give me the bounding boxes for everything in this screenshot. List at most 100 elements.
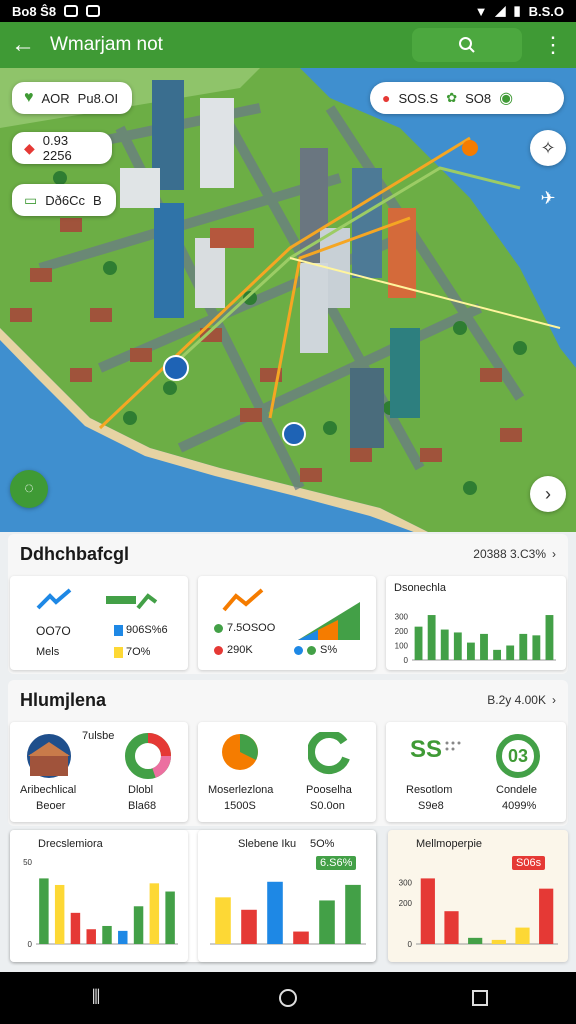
- chip-text: 0.93 2256: [42, 133, 72, 163]
- section-meta-text: 20388 3.C3%: [473, 547, 546, 561]
- y-tick-label: 300: [395, 613, 409, 622]
- navigate-button[interactable]: ✈: [530, 180, 566, 216]
- highlight-card-1[interactable]: 7ulsbe Aribechlical Beoer Dlobl Bla68: [10, 722, 188, 822]
- chart-title: Mellmoperpie: [416, 838, 483, 850]
- y-tick-label: 300: [399, 879, 413, 888]
- home-icon: [279, 989, 297, 1007]
- map-chip-4[interactable]: ● SOS.S ✿ SO8 ◉: [370, 82, 564, 114]
- search-icon: [459, 37, 475, 53]
- battery-icon: ▮: [513, 3, 521, 18]
- y-tick-label: 100: [395, 642, 409, 651]
- chart-badge: 5O%: [310, 838, 335, 850]
- card-value: 1500S: [224, 800, 256, 812]
- stat-card-1[interactable]: OO7O Mels 906S%6 7O%: [10, 576, 188, 670]
- trend-icon: [106, 593, 158, 610]
- wifi-icon: ▼: [474, 3, 488, 19]
- recent-apps-icon: ⦀: [91, 986, 101, 1009]
- y-tick-label: 200: [395, 627, 409, 636]
- bar: [149, 883, 160, 944]
- chip-text: Dð6Cc: [45, 192, 85, 208]
- map-chip-2[interactable]: ◆ 0.93 2256: [12, 132, 112, 164]
- bar-chart-card[interactable]: Dsonechla 0 100 200 300: [386, 576, 566, 670]
- trend-icon: [36, 588, 72, 610]
- chip-text: SOS.S: [398, 90, 439, 106]
- donut-chart: [125, 733, 172, 779]
- y-tick-label: 0: [404, 656, 409, 665]
- bar: [39, 878, 49, 944]
- bar: [493, 649, 502, 660]
- home-button[interactable]: [258, 978, 318, 1018]
- more-vert-icon[interactable]: ⋮: [538, 34, 568, 56]
- legend-item: 290K: [214, 644, 253, 656]
- compass-icon: ✧: [540, 137, 556, 158]
- pin-icon: ◆: [24, 139, 35, 156]
- bar: [133, 906, 144, 944]
- legend-item: 7.5OSOO: [214, 622, 275, 634]
- bar: [440, 629, 449, 660]
- bar-chart: [210, 881, 366, 945]
- highlight-card-2[interactable]: Moserlezlona 1500S Pooselha S0.0on: [198, 722, 376, 822]
- card-label: Resotlom: [406, 784, 453, 796]
- dashboard: Ddhchbafcgl 20388 3.C3% › OO7O Mels 906S…: [0, 532, 576, 972]
- bar: [319, 900, 335, 944]
- navigate-icon: ✈: [540, 187, 556, 208]
- building-image: [27, 734, 71, 778]
- section-meta[interactable]: B.2y 4.00K ›: [487, 693, 556, 707]
- back-arrow-icon[interactable]: ←: [0, 22, 46, 68]
- bar-chart-card[interactable]: Mellmoperpie S06s 0 200 300: [388, 830, 568, 962]
- y-tick-label: 50: [23, 858, 32, 867]
- section-meta[interactable]: 20388 3.C3% ›: [473, 547, 556, 561]
- card-value: S9e8: [418, 800, 444, 812]
- recent-apps-button[interactable]: ⦀: [66, 978, 126, 1018]
- status-left-text: Bo8 Ŝ8: [12, 3, 57, 19]
- bar: [118, 930, 128, 944]
- chevron-right-icon: ›: [552, 547, 556, 561]
- card-icon: ▭: [24, 191, 38, 208]
- bar-chart-card[interactable]: Slebene Iku 5O% 6.S6%: [198, 830, 376, 962]
- bar-chart-card[interactable]: Drecslemiora 0 50: [10, 830, 188, 962]
- stat-label: Mels: [36, 646, 60, 658]
- chevron-right-icon: ›: [545, 483, 551, 504]
- city-map[interactable]: ♥ AOR Pu8.OI ◆ 0.93 2256 ▭ Dð6Cc B ● SOS…: [0, 68, 576, 538]
- route-icon: [222, 588, 264, 612]
- card-label: Dlobl: [128, 784, 154, 796]
- locate-button[interactable]: ◌: [10, 470, 48, 508]
- status-right-text: B.S.O: [528, 3, 564, 19]
- card-label: Pooselha: [306, 784, 352, 796]
- legend-item: S%: [294, 644, 337, 656]
- y-tick-label: 0: [28, 940, 33, 949]
- chart-title: Drecslemiora: [38, 838, 103, 850]
- status-bar: Bo8 Ŝ8 ▼ ◢ ▮ B.S.O: [0, 0, 576, 22]
- card-value: 4099%: [502, 800, 537, 812]
- system-nav-bar: ⦀: [0, 972, 576, 1024]
- section-overview: Ddhchbafcgl 20388 3.C3% › OO7O Mels 906S…: [8, 534, 568, 674]
- back-button[interactable]: [450, 978, 510, 1018]
- bar: [491, 939, 506, 944]
- search-button[interactable]: [412, 28, 522, 62]
- next-button[interactable]: ›: [530, 476, 566, 512]
- big-stat: SS: [410, 736, 443, 763]
- bar: [444, 911, 459, 944]
- bar: [267, 881, 283, 944]
- bar: [453, 632, 462, 660]
- bar: [414, 626, 423, 660]
- map-chip-1[interactable]: ♥ AOR Pu8.OI: [12, 82, 132, 114]
- page-title: Wmarjam not: [50, 34, 163, 55]
- bar: [293, 931, 309, 944]
- y-tick-label: 200: [399, 899, 413, 908]
- bar: [539, 888, 554, 944]
- highlight-card-3[interactable]: SS 03 Resotlom S9e8 Condele 4099%: [386, 722, 566, 822]
- dots-icon: [445, 741, 461, 751]
- bar: [468, 937, 483, 944]
- signal-icon: ◢: [495, 3, 506, 18]
- bar: [506, 645, 515, 660]
- card-label: Condele: [496, 784, 537, 796]
- pie-chart: [222, 734, 258, 770]
- chart-title: Dsonechla: [394, 582, 446, 594]
- section-title: Ddhchbafcgl: [20, 543, 130, 564]
- compass-button[interactable]: ✧: [530, 130, 566, 166]
- stat-card-2[interactable]: 7.5OSOO 290K S%: [198, 576, 376, 670]
- map-chip-3[interactable]: ▭ Dð6Cc B: [12, 184, 116, 216]
- bar-chart: 0 100 200 300: [395, 613, 556, 665]
- bar: [54, 884, 65, 944]
